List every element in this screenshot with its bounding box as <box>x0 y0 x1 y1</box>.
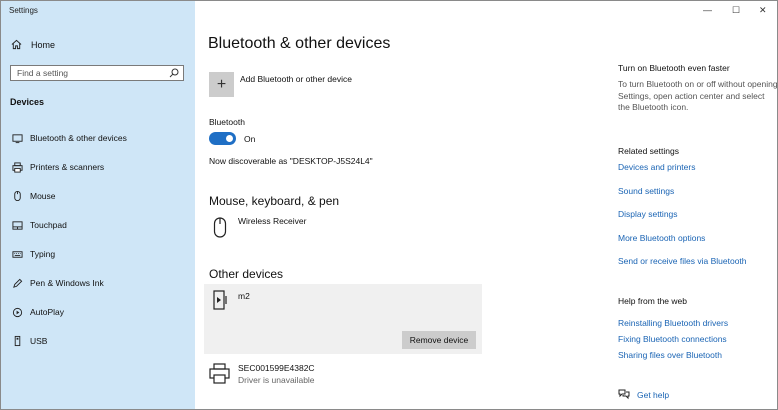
close-button[interactable]: ✕ <box>759 5 767 16</box>
sidebar-item-typing[interactable]: Typing <box>11 247 55 261</box>
settings-window: Settings Home Devices Bluetooth & other … <box>0 0 778 410</box>
add-device-label[interactable]: Add Bluetooth or other device <box>240 74 352 84</box>
usb-icon <box>11 335 23 347</box>
sidebar-item-printers[interactable]: Printers & scanners <box>11 160 104 174</box>
sidebar-item-label: AutoPlay <box>30 307 65 317</box>
link-sound-settings[interactable]: Sound settings <box>618 186 674 196</box>
app-title: Settings <box>9 6 38 15</box>
home-label: Home <box>31 39 56 50</box>
plus-icon: + <box>216 75 227 93</box>
link-send-receive-files[interactable]: Send or receive files via Bluetooth <box>618 256 747 266</box>
sidebar-item-usb[interactable]: USB <box>11 334 47 348</box>
link-reinstalling-drivers[interactable]: Reinstalling Bluetooth drivers <box>618 318 728 328</box>
faster-text: To turn Bluetooth on or off without open… <box>618 79 778 112</box>
add-device-button[interactable]: + <box>209 72 234 97</box>
link-sharing-files[interactable]: Sharing files over Bluetooth <box>618 350 722 360</box>
link-fixing-connections[interactable]: Fixing Bluetooth connections <box>618 334 727 344</box>
sidebar-item-touchpad[interactable]: Touchpad <box>11 218 67 232</box>
link-more-bluetooth-options[interactable]: More Bluetooth options <box>618 233 705 243</box>
bluetooth-toggle-state: On <box>244 134 256 144</box>
sidebar-section-devices: Devices <box>10 97 45 107</box>
maximize-button[interactable]: ☐ <box>732 5 740 16</box>
sidebar-item-autoplay[interactable]: AutoPlay <box>11 305 64 319</box>
page-title: Bluetooth & other devices <box>208 35 391 52</box>
related-settings-heading: Related settings <box>618 146 679 156</box>
sidebar-item-label: USB <box>30 336 48 346</box>
home-nav-item[interactable]: Home <box>11 39 55 50</box>
minimize-button[interactable]: — <box>703 5 712 15</box>
printer-icon <box>11 161 23 173</box>
sidebar-item-label: Mouse <box>30 191 56 201</box>
autoplay-icon <box>11 306 23 318</box>
faster-heading: Turn on Bluetooth even faster <box>618 63 730 73</box>
device-sec-name[interactable]: SEC001599E4382C <box>238 363 315 373</box>
bluetooth-icon <box>11 132 23 144</box>
device-sec-status: Driver is unavailable <box>238 375 315 385</box>
device-wireless-receiver[interactable]: Wireless Receiver <box>238 216 307 226</box>
sidebar-item-label: Printers & scanners <box>30 162 105 172</box>
sidebar-item-label: Bluetooth & other devices <box>30 133 127 143</box>
get-help-link[interactable]: Get help <box>637 390 669 400</box>
help-heading: Help from the web <box>618 296 687 306</box>
search-icon[interactable] <box>169 68 179 78</box>
device-m2-name: m2 <box>238 291 250 301</box>
toggle-knob <box>226 135 233 142</box>
sidebar-item-pen[interactable]: Pen & Windows Ink <box>11 276 104 290</box>
search-input[interactable] <box>17 68 167 78</box>
device-icon <box>213 290 227 310</box>
mouse-icon <box>11 190 23 202</box>
get-help-icon <box>618 389 630 400</box>
remove-device-button[interactable]: Remove device <box>402 331 476 349</box>
bluetooth-toggle[interactable] <box>209 132 236 145</box>
pen-icon <box>11 277 23 289</box>
mouse-icon <box>213 217 227 238</box>
sidebar-item-bluetooth[interactable]: Bluetooth & other devices <box>11 131 127 145</box>
printer-icon <box>209 363 230 384</box>
mouse-keyboard-pen-heading: Mouse, keyboard, & pen <box>209 194 340 208</box>
sidebar-item-label: Touchpad <box>30 220 67 230</box>
other-devices-heading: Other devices <box>209 267 284 281</box>
sidebar-item-mouse[interactable]: Mouse <box>11 189 56 203</box>
keyboard-icon <box>11 248 23 260</box>
bluetooth-label: Bluetooth <box>209 117 245 127</box>
sidebar-item-label: Typing <box>30 249 56 259</box>
sidebar-item-label: Pen & Windows Ink <box>30 278 104 288</box>
home-icon <box>11 39 22 50</box>
link-devices-and-printers[interactable]: Devices and printers <box>618 162 695 172</box>
search-box[interactable] <box>10 65 184 81</box>
link-display-settings[interactable]: Display settings <box>618 209 678 219</box>
sidebar: Settings Home Devices Bluetooth & other … <box>1 1 195 409</box>
touchpad-icon <box>11 219 23 231</box>
discoverable-text: Now discoverable as "DESKTOP-J5S24L4" <box>209 156 373 166</box>
